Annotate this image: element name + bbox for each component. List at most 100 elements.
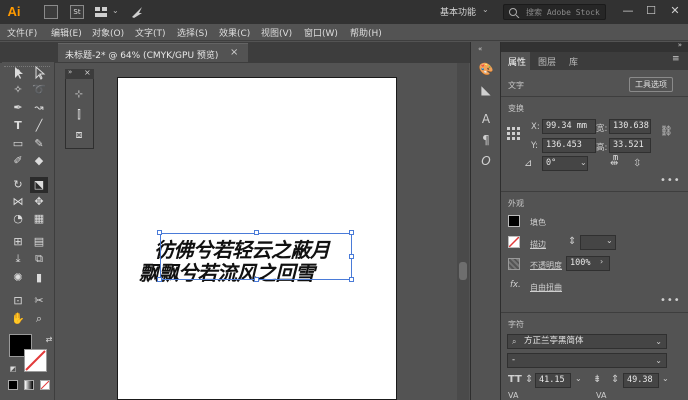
menu-select[interactable]: 选择(S) bbox=[177, 26, 208, 39]
x-field[interactable]: 99.34 mm bbox=[542, 119, 596, 134]
collapse-icon[interactable]: » bbox=[68, 68, 72, 76]
zoom-tool-icon[interactable]: ⌕ bbox=[30, 311, 48, 327]
magic-wand-tool-icon[interactable]: ✧ bbox=[9, 82, 27, 98]
perspective-grid-tool-icon[interactable]: ▦ bbox=[30, 211, 48, 227]
column-graph-tool-icon[interactable]: ▮ bbox=[30, 270, 48, 286]
stock-icon[interactable]: St bbox=[70, 5, 84, 19]
workspace-switcher[interactable]: 基本功能 bbox=[440, 5, 476, 18]
gpu-performance-icon[interactable] bbox=[130, 5, 144, 19]
flip-vertical-icon[interactable]: ⇳ bbox=[633, 158, 641, 169]
leading-stepper[interactable]: ⇕ bbox=[611, 374, 619, 385]
color-mode-icon[interactable] bbox=[8, 380, 18, 390]
selection-handle[interactable] bbox=[349, 254, 354, 259]
maximize-button[interactable]: ☐ bbox=[643, 4, 659, 18]
selection-bounding-box[interactable] bbox=[160, 233, 352, 280]
flip-horizontal-icon[interactable]: ⇹ bbox=[610, 158, 618, 169]
floating-panel-header[interactable]: » × bbox=[65, 68, 94, 79]
arrange-documents-icon[interactable] bbox=[94, 5, 108, 19]
bridge-icon[interactable] bbox=[44, 5, 58, 19]
default-colors-icon[interactable]: ◩ bbox=[4, 361, 22, 377]
blend-tool-icon[interactable]: ⧉ bbox=[30, 251, 48, 267]
panel-menu-icon[interactable]: ≡ bbox=[672, 54, 680, 64]
selection-handle[interactable] bbox=[157, 230, 162, 235]
collapse-icon[interactable]: « bbox=[478, 45, 482, 53]
symbol-sprayer-tool-icon[interactable]: ✺ bbox=[9, 270, 27, 286]
menu-help[interactable]: 帮助(H) bbox=[350, 26, 382, 39]
document-tab[interactable]: 未标题-2* @ 64% (CMYK/GPU 预览) × bbox=[58, 43, 248, 62]
free-transform-tool-icon[interactable]: ✥ bbox=[30, 194, 48, 210]
color-panel-icon[interactable]: 🎨 bbox=[477, 61, 495, 77]
fill-swatch[interactable] bbox=[508, 215, 520, 227]
minimize-button[interactable]: — bbox=[620, 4, 636, 18]
stock-search-input[interactable]: 搜索 Adobe Stock bbox=[503, 4, 606, 20]
mesh-tool-icon[interactable]: ⊞ bbox=[9, 234, 27, 250]
vertical-scrollbar[interactable] bbox=[457, 63, 469, 400]
selection-handle[interactable] bbox=[349, 230, 354, 235]
transform-panel-icon[interactable]: ⊹ bbox=[70, 87, 88, 103]
height-field[interactable]: 33.521 m bbox=[609, 138, 651, 163]
chevron-right-icon[interactable]: › bbox=[600, 257, 603, 266]
width-tool-icon[interactable]: ⋈ bbox=[9, 194, 27, 210]
stroke-weight-stepper[interactable]: ⇕ bbox=[568, 236, 576, 247]
selection-tool-icon[interactable] bbox=[9, 65, 27, 81]
tab-layers[interactable]: 图层 bbox=[538, 55, 556, 68]
color-guide-icon[interactable]: ◣ bbox=[477, 82, 495, 98]
eraser-tool-icon[interactable]: ◆ bbox=[30, 153, 48, 169]
close-button[interactable]: ✕ bbox=[667, 4, 683, 18]
more-options-icon[interactable]: ••• bbox=[660, 295, 681, 306]
none-mode-icon[interactable] bbox=[40, 380, 50, 390]
more-options-icon[interactable]: ••• bbox=[660, 175, 681, 186]
selection-handle[interactable] bbox=[254, 277, 259, 282]
chevron-down-icon[interactable]: ⌄ bbox=[580, 158, 587, 167]
chevron-down-icon[interactable]: ⌄ bbox=[606, 236, 613, 245]
effect-link[interactable]: 自由扭曲 bbox=[530, 282, 562, 293]
stroke-color-swatch[interactable] bbox=[24, 349, 47, 372]
type-tool-icon[interactable]: T bbox=[9, 118, 27, 134]
align-panel-icon[interactable]: ⫿ bbox=[70, 107, 88, 123]
shaper-tool-icon[interactable]: ✐ bbox=[9, 153, 27, 169]
close-tab-icon[interactable]: × bbox=[230, 47, 238, 58]
menu-file[interactable]: 文件(F) bbox=[7, 26, 37, 39]
scale-tool-icon[interactable]: ⬔ bbox=[30, 177, 48, 193]
line-tool-icon[interactable]: ╱ bbox=[30, 118, 48, 134]
slice-tool-icon[interactable]: ✂ bbox=[30, 293, 48, 309]
close-icon[interactable]: × bbox=[84, 68, 91, 77]
tab-properties[interactable]: 属性 bbox=[508, 55, 526, 68]
eyedropper-tool-icon[interactable]: ⤓ bbox=[9, 251, 27, 267]
font-size-field[interactable]: 41.15 bbox=[535, 373, 571, 388]
menu-effect[interactable]: 效果(C) bbox=[219, 26, 250, 39]
shape-builder-tool-icon[interactable]: ◔ bbox=[9, 211, 27, 227]
menu-object[interactable]: 对象(O) bbox=[92, 26, 124, 39]
font-size-stepper[interactable]: ⇕ bbox=[525, 374, 533, 385]
paintbrush-tool-icon[interactable]: ✎ bbox=[30, 136, 48, 152]
swap-colors-icon[interactable]: ⇄ bbox=[40, 332, 58, 348]
fx-icon[interactable]: fx. bbox=[510, 280, 521, 290]
opacity-label[interactable]: 不透明度 bbox=[530, 260, 562, 271]
paragraph-panel-icon[interactable]: ¶ bbox=[477, 132, 495, 148]
chevron-down-icon[interactable]: ⌄ bbox=[112, 6, 119, 15]
hand-tool-icon[interactable]: ✋ bbox=[9, 311, 27, 327]
gradient-tool-icon[interactable]: ▤ bbox=[30, 234, 48, 250]
font-style-dropdown[interactable]: - ⌄ bbox=[507, 353, 667, 368]
pathfinder-panel-icon[interactable]: ⧈ bbox=[70, 127, 88, 143]
opentype-panel-icon[interactable]: O bbox=[477, 153, 495, 169]
menu-edit[interactable]: 编辑(E) bbox=[51, 26, 82, 39]
selection-handle[interactable] bbox=[157, 277, 162, 282]
tab-libraries[interactable]: 库 bbox=[569, 55, 578, 68]
collapse-icon[interactable]: » bbox=[678, 41, 682, 49]
rectangle-tool-icon[interactable]: ▭ bbox=[9, 136, 27, 152]
opacity-field[interactable]: 100% bbox=[566, 256, 610, 271]
menu-window[interactable]: 窗口(W) bbox=[304, 26, 338, 39]
pen-tool-icon[interactable]: ✒ bbox=[9, 100, 27, 116]
character-panel-icon[interactable]: A bbox=[477, 111, 495, 127]
curvature-tool-icon[interactable]: ↝ bbox=[30, 100, 48, 116]
tool-options-button[interactable]: 工具选项 bbox=[629, 77, 673, 92]
chevron-down-icon[interactable]: ⌄ bbox=[662, 374, 669, 383]
chevron-down-icon[interactable]: ⌄ bbox=[575, 374, 582, 383]
font-family-dropdown[interactable]: ⌕ 方正兰亭黑简体 ⌄ bbox=[507, 334, 667, 349]
selection-handle[interactable] bbox=[349, 277, 354, 282]
y-field[interactable]: 136.453 bbox=[542, 138, 596, 153]
reference-point-icon[interactable] bbox=[507, 127, 521, 141]
chevron-down-icon[interactable]: ⌄ bbox=[482, 5, 489, 14]
stroke-swatch[interactable] bbox=[508, 236, 520, 248]
